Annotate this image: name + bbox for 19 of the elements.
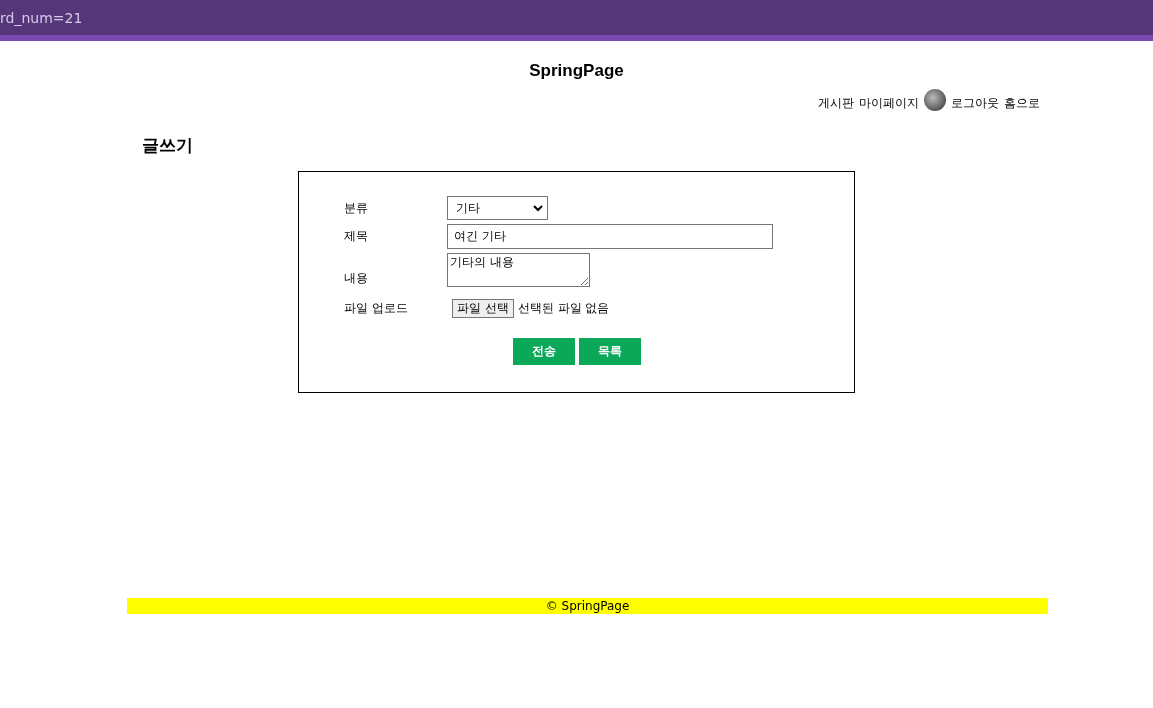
nav-link[interactable]: 게시판 bbox=[818, 95, 854, 112]
avatar-icon bbox=[924, 88, 946, 111]
site-title: SpringPage bbox=[528, 61, 625, 81]
title-input[interactable]: 여긴 기타 bbox=[447, 224, 773, 249]
field-label: 제목 bbox=[344, 228, 369, 245]
nav-link[interactable]: 홈으로 bbox=[1004, 95, 1040, 112]
category-select[interactable]: 기타 bbox=[447, 196, 548, 220]
file-choose-button[interactable]: 파일 선택 bbox=[452, 299, 514, 318]
field-label: 파일 업로드 bbox=[344, 300, 409, 317]
content-textarea[interactable]: 기타의 내용 bbox=[447, 253, 590, 287]
page-heading: 글쓰기 bbox=[142, 134, 194, 157]
nav-link[interactable]: 로그아웃 bbox=[951, 95, 999, 112]
footer: © SpringPage bbox=[127, 598, 1048, 614]
nav-link[interactable]: 마이페이지 bbox=[859, 95, 919, 112]
url-text: rd_num=21 bbox=[0, 9, 83, 26]
chevron-down-icon bbox=[533, 204, 543, 212]
file-status: 선택된 파일 없음 bbox=[517, 300, 610, 317]
field-label: 내용 bbox=[344, 270, 369, 287]
field-label: 분류 bbox=[344, 199, 369, 217]
